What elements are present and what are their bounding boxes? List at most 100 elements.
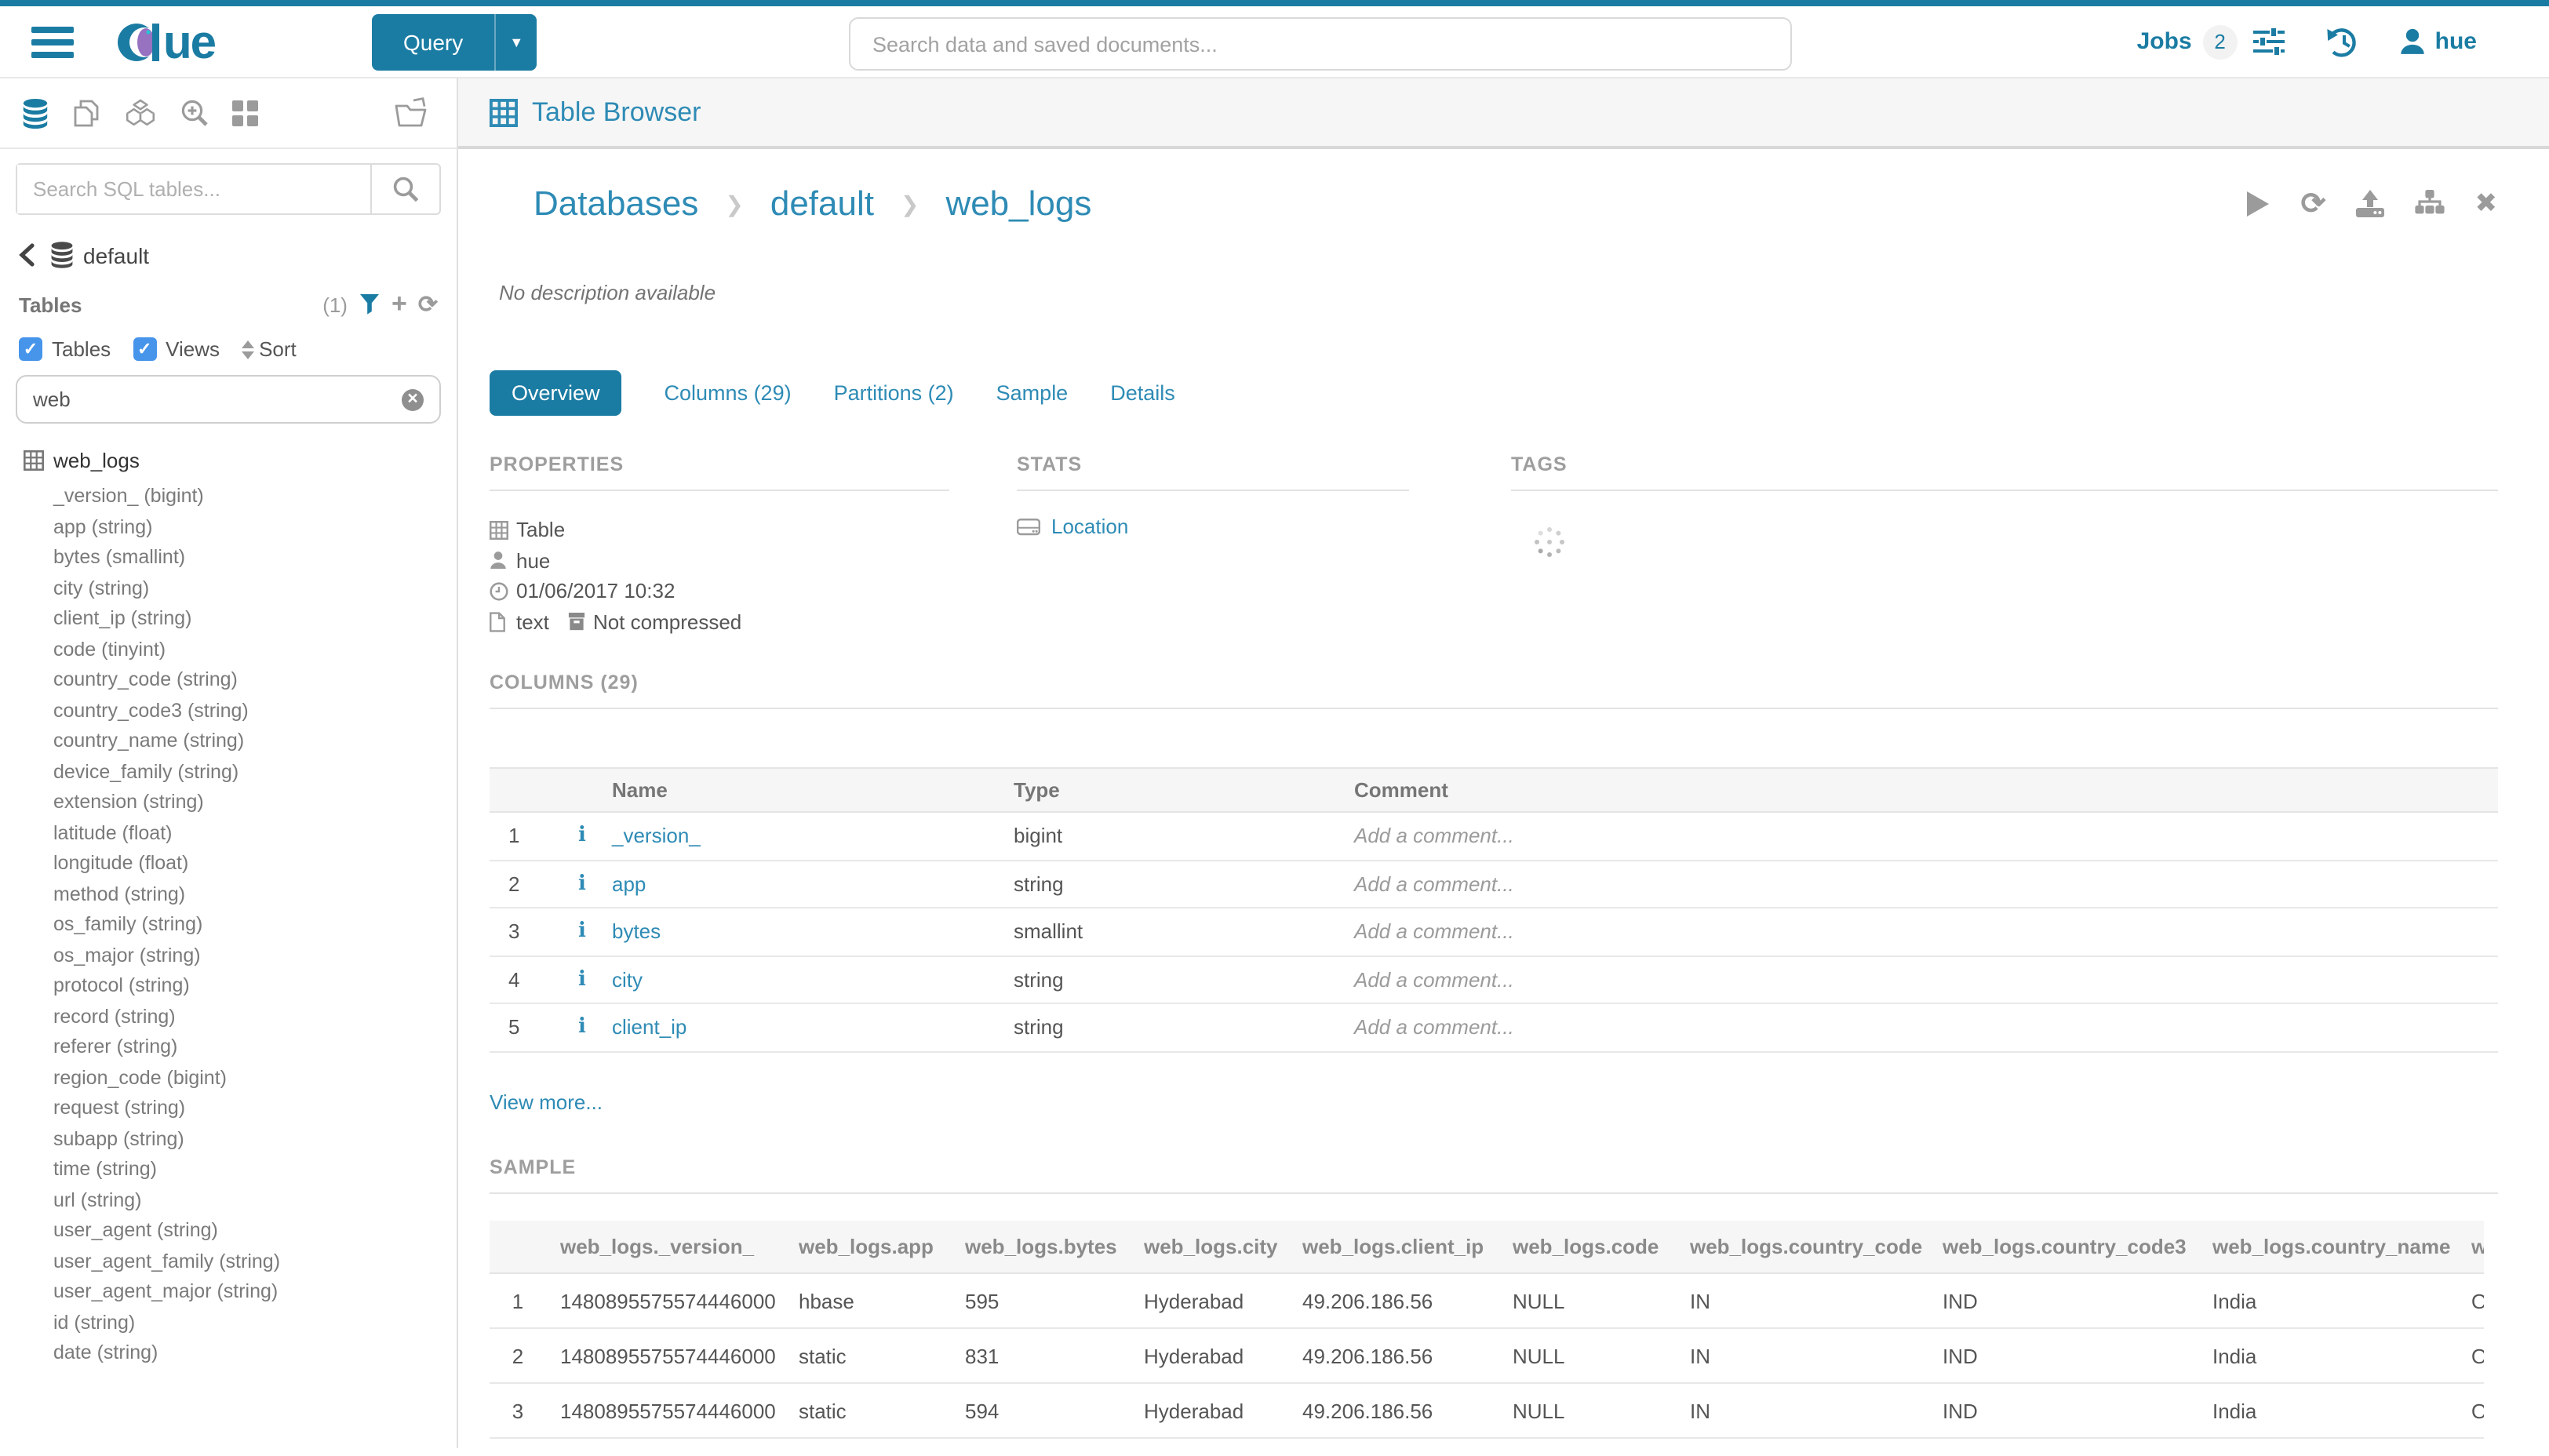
hue-logo[interactable]: ue <box>115 16 268 67</box>
assist-column-item[interactable]: request (string) <box>16 1094 441 1124</box>
breadcrumb-databases[interactable]: Databases <box>533 184 698 224</box>
column-comment-placeholder[interactable]: Add a comment... <box>1354 872 2497 896</box>
tab-overview[interactable]: Overview <box>490 370 622 416</box>
assist-column-item[interactable]: device_family (string) <box>16 757 441 788</box>
assist-column-item[interactable]: city (string) <box>16 573 441 604</box>
assist-column-item[interactable]: country_code (string) <box>16 665 441 696</box>
refresh-icon[interactable]: ⟳ <box>2301 189 2326 219</box>
assist-column-item[interactable]: user_agent_family (string) <box>16 1247 441 1277</box>
column-name-link[interactable]: app <box>612 872 646 896</box>
tab-partitions[interactable]: Partitions (2) <box>834 370 954 416</box>
search-plus-icon[interactable] <box>180 98 209 128</box>
assist-column-item[interactable]: method (string) <box>16 879 441 910</box>
history-icon[interactable] <box>2325 26 2358 57</box>
column-info-icon[interactable]: i <box>552 872 612 896</box>
assist-column-item[interactable]: client_ip (string) <box>16 604 441 635</box>
assist-column-item[interactable]: time (string) <box>16 1155 441 1185</box>
sample-column-header[interactable]: web_logs.code <box>1498 1220 1676 1273</box>
tab-sample[interactable]: Sample <box>996 370 1069 416</box>
sql-assist-icon[interactable] <box>22 98 49 128</box>
projects-folder-icon[interactable] <box>394 97 428 129</box>
column-info-icon[interactable]: i <box>552 968 612 992</box>
assist-column-item[interactable]: subapp (string) <box>16 1124 441 1155</box>
assist-column-item[interactable]: date (string) <box>16 1338 441 1369</box>
tab-details[interactable]: Details <box>1110 370 1175 416</box>
assist-table-item[interactable]: web_logs <box>16 444 441 475</box>
tables-checkbox-label[interactable]: Tables <box>52 337 111 361</box>
tables-checkbox[interactable]: ✓ <box>19 337 42 361</box>
assist-column-item[interactable]: protocol (string) <box>16 971 441 1002</box>
breadcrumb-table[interactable]: web_logs <box>945 184 1091 224</box>
column-comment-placeholder[interactable]: Add a comment... <box>1354 824 2497 848</box>
view-more-link[interactable]: View more... <box>490 1090 603 1113</box>
column-name-link[interactable]: city <box>612 968 643 992</box>
assist-column-item[interactable]: record (string) <box>16 1002 441 1032</box>
query-play-icon[interactable] <box>2246 190 2271 218</box>
assist-column-item[interactable]: region_code (bigint) <box>16 1063 441 1094</box>
assist-search-button[interactable] <box>370 165 439 213</box>
database-name[interactable]: default <box>83 242 149 268</box>
query-dropdown-caret[interactable]: ▼ <box>496 13 537 70</box>
assist-column-item[interactable]: extension (string) <box>16 788 441 818</box>
jobs-link[interactable]: Jobs <box>2137 28 2192 55</box>
global-search-input[interactable] <box>849 17 1792 71</box>
column-info-icon[interactable]: i <box>552 1016 612 1039</box>
assist-column-item[interactable]: os_family (string) <box>16 910 441 941</box>
views-checkbox-label[interactable]: Views <box>166 337 220 361</box>
sample-column-header[interactable]: web_logs.app <box>785 1220 951 1273</box>
assist-column-item[interactable]: referer (string) <box>16 1032 441 1063</box>
add-table-icon[interactable]: + <box>391 289 407 320</box>
column-comment-placeholder[interactable]: Add a comment... <box>1354 968 2497 992</box>
sample-column-header[interactable]: web_logs.country_name <box>2198 1220 2457 1273</box>
assist-column-item[interactable]: country_name (string) <box>16 726 441 757</box>
content-scroll-area[interactable]: Databases ❯ default ❯ web_logs ⟳ <box>458 149 2549 1448</box>
assist-column-item[interactable]: id (string) <box>16 1308 441 1338</box>
documents-icon[interactable] <box>72 98 100 128</box>
column-name-link[interactable]: _version_ <box>612 824 701 848</box>
back-chevron-icon[interactable] <box>19 243 35 267</box>
assist-table-name[interactable]: web_logs <box>53 448 140 471</box>
cubes-icon[interactable] <box>124 98 157 128</box>
location-link[interactable]: Location <box>1051 515 1128 538</box>
filter-funnel-icon[interactable] <box>360 293 381 315</box>
column-name-link[interactable]: client_ip <box>612 1016 686 1039</box>
assist-column-item[interactable]: app (string) <box>16 512 441 543</box>
column-comment-placeholder[interactable]: Add a comment... <box>1354 1016 2497 1039</box>
tab-columns[interactable]: Columns (29) <box>665 370 792 416</box>
user-chip[interactable]: hue <box>2399 28 2477 55</box>
sort-label[interactable]: Sort <box>259 337 297 361</box>
apps-grid-icon[interactable] <box>232 100 259 126</box>
import-icon[interactable] <box>2356 189 2386 219</box>
sample-column-header[interactable]: web_logs.country_code <box>1676 1220 1928 1273</box>
column-info-icon[interactable]: i <box>552 920 612 944</box>
sample-column-header[interactable]: web_logs._version_ <box>546 1220 785 1273</box>
assist-search-input[interactable] <box>17 165 370 213</box>
jobs-count-badge[interactable]: 2 <box>2203 24 2238 59</box>
assist-column-item[interactable]: country_code3 (string) <box>16 696 441 726</box>
sample-column-header[interactable]: web_logs.city <box>1130 1220 1288 1273</box>
refresh-tables-icon[interactable]: ⟳ <box>418 290 438 318</box>
assist-column-item[interactable]: bytes (smallint) <box>16 543 441 573</box>
assist-column-item[interactable]: url (string) <box>16 1185 441 1216</box>
query-button[interactable]: Query ▼ <box>372 13 537 70</box>
views-checkbox[interactable]: ✓ <box>133 337 156 361</box>
assist-column-item[interactable]: user_agent (string) <box>16 1216 441 1247</box>
lineage-sitemap-icon[interactable] <box>2416 190 2445 218</box>
clear-filter-icon[interactable]: ✕ <box>402 388 424 410</box>
hamburger-menu-icon[interactable] <box>31 20 74 64</box>
column-comment-placeholder[interactable]: Add a comment... <box>1354 920 2497 944</box>
column-info-icon[interactable]: i <box>552 824 612 848</box>
query-button-label[interactable]: Query <box>372 13 496 70</box>
sample-column-header[interactable]: web_logs.country_code3 <box>1928 1220 2198 1273</box>
assist-column-item[interactable]: _version_ (bigint) <box>16 482 441 512</box>
assist-column-item[interactable]: user_agent_major (string) <box>16 1277 441 1308</box>
assist-column-item[interactable]: latitude (float) <box>16 818 441 849</box>
assist-column-item[interactable]: code (tinyint) <box>16 635 441 665</box>
breadcrumb-database[interactable]: default <box>770 184 874 224</box>
sliders-icon[interactable] <box>2253 27 2285 56</box>
column-name-link[interactable]: bytes <box>612 920 661 944</box>
sample-column-header[interactable]: web_logs.bytes <box>951 1220 1130 1273</box>
sample-column-header[interactable]: w <box>2457 1220 2484 1273</box>
close-icon[interactable]: ✖ <box>2475 188 2498 220</box>
assist-column-item[interactable]: longitude (float) <box>16 849 441 879</box>
